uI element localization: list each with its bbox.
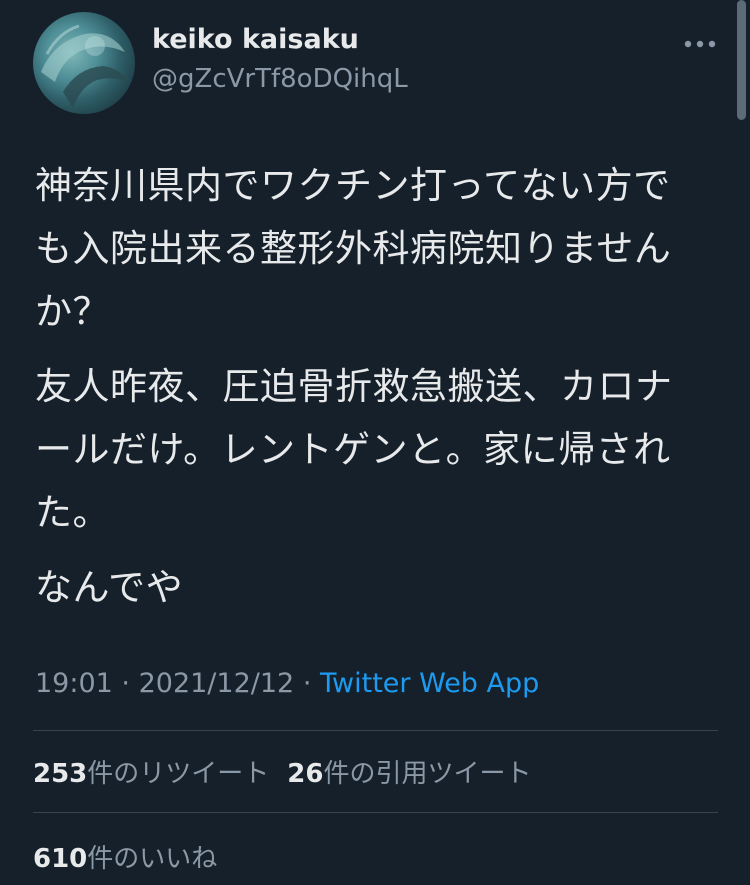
divider [33, 730, 718, 731]
likes-stats-row: 610件のいいね [33, 838, 217, 875]
tweet-text: 神奈川県内でワクチン打ってない方でも入院出来る整形外科病院知りませんか？ 友人昨… [35, 154, 705, 631]
tweet-paragraph: 神奈川県内でワクチン打ってない方でも入院出来る整形外科病院知りませんか？ [35, 164, 672, 333]
author-name[interactable]: keiko kaisaku [152, 24, 359, 55]
avatar-image [41, 24, 129, 108]
likes-stat[interactable]: 610件のいいね [33, 844, 217, 874]
meta-separator: · [121, 668, 130, 699]
tweet-paragraph: なんでや [35, 566, 184, 609]
scrollbar[interactable] [737, 0, 746, 120]
retweet-stats-row: 253件のリツイート 26件の引用ツイート [33, 753, 532, 790]
quotes-stat[interactable]: 26件の引用ツイート [287, 759, 531, 789]
tweet-source-link[interactable]: Twitter Web App [320, 668, 539, 699]
retweets-count: 253 [33, 759, 88, 789]
more-horizontal-icon[interactable] [680, 30, 720, 58]
tweet-time[interactable]: 19:01 [35, 668, 113, 699]
likes-label: 件のいいね [87, 844, 218, 874]
tweet-paragraph: 友人昨夜、圧迫骨折救急搬送、カロナールだけ。レントゲンと。家に帰された。 [35, 365, 673, 534]
author-handle[interactable]: @gZcVrTf8oDQihqL [152, 64, 408, 94]
quotes-count: 26 [287, 759, 324, 789]
tweet-date[interactable]: 2021/12/12 [139, 668, 295, 699]
tweet-meta: 19:01 · 2021/12/12 · Twitter Web App [35, 668, 539, 699]
tweet-detail: keiko kaisaku @gZcVrTf8oDQihqL 神奈川県内でワクチ… [0, 0, 750, 885]
likes-count: 610 [33, 844, 88, 874]
retweets-stat[interactable]: 253件のリツイート [33, 759, 269, 789]
retweets-label: 件のリツイート [87, 759, 270, 789]
avatar[interactable] [33, 12, 135, 114]
divider [33, 812, 718, 813]
meta-separator: · [302, 668, 312, 699]
quotes-label: 件の引用ツイート [323, 759, 532, 789]
